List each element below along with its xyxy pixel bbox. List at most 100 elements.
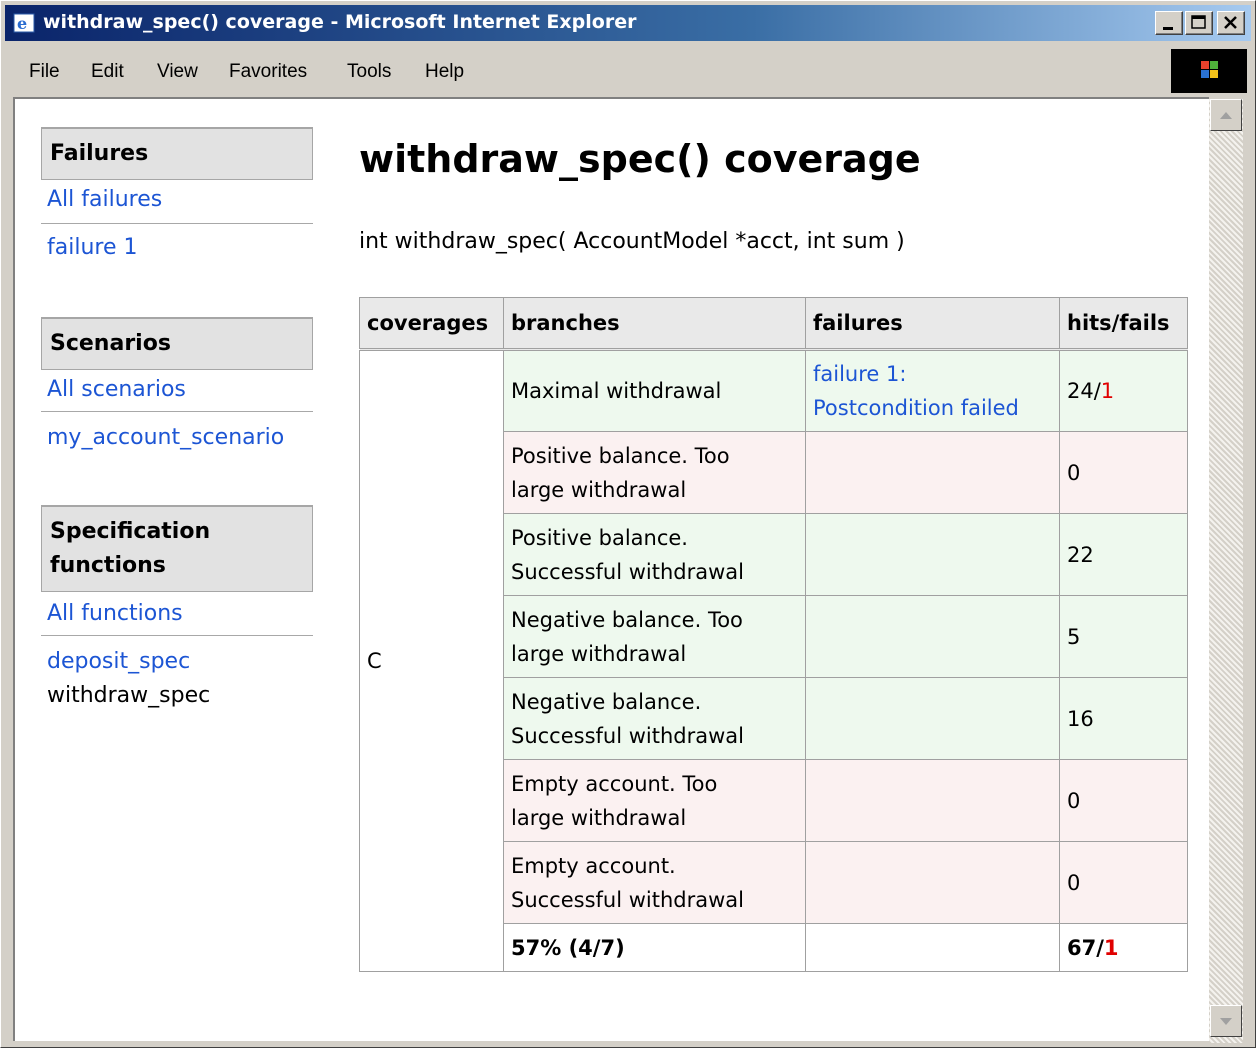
branch-cell: Maximal withdrawal bbox=[503, 349, 806, 432]
menu-help[interactable]: Help bbox=[425, 61, 464, 83]
sidebar-divider bbox=[41, 411, 313, 412]
coverage-name-cell: C bbox=[359, 349, 504, 972]
sidebar-divider bbox=[41, 635, 313, 636]
branch-cell: Empty account. Successful withdrawal bbox=[503, 841, 806, 924]
menu-view[interactable]: View bbox=[157, 61, 198, 83]
maximize-button[interactable] bbox=[1185, 11, 1213, 35]
hits-value: 5 bbox=[1067, 624, 1081, 649]
svg-text:e: e bbox=[17, 14, 27, 33]
hits-value: 0 bbox=[1067, 788, 1081, 813]
branch-name-line2: Successful withdrawal bbox=[511, 887, 745, 912]
branch-name-line2: large withdrawal bbox=[511, 805, 687, 830]
coverage-table: coverages branches failures hits/fails C… bbox=[359, 297, 1188, 972]
hits-value: 0 bbox=[1067, 460, 1081, 485]
hits-cell: 0 bbox=[1059, 841, 1188, 924]
branch-cell: Empty account. Too large withdrawal bbox=[503, 759, 806, 842]
minimize-icon bbox=[1163, 27, 1173, 30]
page-content: Failures All failures failure 1 Scenario… bbox=[13, 97, 1209, 1041]
failure-cell bbox=[805, 595, 1060, 678]
browser-window: e withdraw_spec() coverage - Microsoft I… bbox=[0, 0, 1256, 1048]
branch-cell: Negative balance. Too large withdrawal bbox=[503, 595, 806, 678]
sidebar-link-all-failures[interactable]: All failures bbox=[47, 187, 162, 212]
failure-cell[interactable]: failure 1: Postcondition failed bbox=[805, 349, 1060, 432]
menu-tools[interactable]: Tools bbox=[347, 61, 391, 83]
page-title: withdraw_spec() coverage bbox=[359, 137, 921, 181]
branch-name-line1: Negative balance. bbox=[511, 689, 702, 714]
failure-cell bbox=[805, 513, 1060, 596]
hits-cell: 0 bbox=[1059, 431, 1188, 514]
sidebar-heading-functions-line2: functions bbox=[50, 553, 166, 578]
hits-cell: 5 bbox=[1059, 595, 1188, 678]
total-hits-cell: 67/1 bbox=[1059, 923, 1188, 972]
arrow-up-icon bbox=[1220, 112, 1232, 119]
hits-cell: 16 bbox=[1059, 677, 1188, 760]
failure-link-line2[interactable]: Postcondition failed bbox=[813, 391, 1052, 425]
failure-link-line1[interactable]: failure 1: bbox=[813, 357, 1052, 391]
failure-cell bbox=[805, 431, 1060, 514]
windows-logo bbox=[1171, 49, 1247, 93]
total-failures-cell bbox=[805, 923, 1060, 972]
sidebar-divider bbox=[41, 223, 313, 224]
failure-cell bbox=[805, 677, 1060, 760]
hits-value: 0 bbox=[1067, 870, 1081, 895]
sidebar-link-failure-1[interactable]: failure 1 bbox=[47, 235, 137, 260]
sidebar-current-withdraw-spec: withdraw_spec bbox=[47, 683, 211, 708]
sidebar-heading-failures: Failures bbox=[41, 127, 313, 180]
hits-value: 16 bbox=[1067, 706, 1094, 731]
scroll-down-button[interactable] bbox=[1210, 1005, 1242, 1037]
branch-name-line1: Negative balance. Too bbox=[511, 607, 743, 632]
branch-name-line1: Empty account. Too bbox=[511, 771, 718, 796]
function-signature: int withdraw_spec( AccountModel *acct, i… bbox=[359, 229, 905, 254]
failure-cell bbox=[805, 759, 1060, 842]
title-bar[interactable]: e withdraw_spec() coverage - Microsoft I… bbox=[5, 5, 1251, 41]
failure-cell bbox=[805, 841, 1060, 924]
branch-cell: Negative balance. Successful withdrawal bbox=[503, 677, 806, 760]
table-header-row: coverages branches failures hits/fails bbox=[359, 297, 1188, 351]
header-coverages: coverages bbox=[359, 297, 504, 351]
sidebar-heading-functions: Specification functions bbox=[41, 505, 313, 592]
hits-value: 24/ bbox=[1067, 379, 1101, 403]
menu-file[interactable]: File bbox=[29, 61, 60, 83]
window-title: withdraw_spec() coverage - Microsoft Int… bbox=[43, 11, 637, 33]
branch-name-line1: Positive balance. bbox=[511, 525, 688, 550]
header-branches: branches bbox=[503, 297, 806, 351]
sidebar-link-deposit-spec[interactable]: deposit_spec bbox=[47, 649, 190, 674]
total-hits-value: 67/ bbox=[1067, 935, 1104, 960]
ie-icon: e bbox=[13, 13, 35, 33]
hits-cell: 24/1 bbox=[1059, 349, 1188, 432]
sidebar-heading-scenarios: Scenarios bbox=[41, 317, 313, 370]
total-fails-value: 1 bbox=[1103, 935, 1119, 960]
total-branches-cell: 57% (4/7) bbox=[503, 923, 806, 972]
hits-value: 22 bbox=[1067, 542, 1094, 567]
branch-cell: Positive balance. Too large withdrawal bbox=[503, 431, 806, 514]
menu-edit[interactable]: Edit bbox=[91, 61, 124, 83]
vertical-scrollbar[interactable] bbox=[1209, 99, 1243, 1043]
hits-cell: 22 bbox=[1059, 513, 1188, 596]
branch-name-line1: Empty account. bbox=[511, 853, 676, 878]
sidebar-link-all-scenarios[interactable]: All scenarios bbox=[47, 377, 186, 402]
close-icon bbox=[1224, 16, 1237, 29]
scroll-up-button[interactable] bbox=[1210, 99, 1242, 131]
branch-name-line2: Successful withdrawal bbox=[511, 723, 745, 748]
header-failures: failures bbox=[805, 297, 1060, 351]
header-hits-fails: hits/fails bbox=[1059, 297, 1188, 351]
table-row: C Maximal withdrawal failure 1: Postcond… bbox=[359, 349, 1188, 972]
arrow-down-icon bbox=[1220, 1018, 1232, 1025]
branch-cell: Positive balance. Successful withdrawal bbox=[503, 513, 806, 596]
branch-name-line2: large withdrawal bbox=[511, 641, 687, 666]
branch-name-line1: Positive balance. Too bbox=[511, 443, 730, 468]
sidebar-heading-functions-line1: Specification bbox=[50, 519, 211, 544]
minimize-button[interactable] bbox=[1155, 11, 1183, 35]
branch-name: Maximal withdrawal bbox=[511, 379, 722, 403]
menu-bar: File Edit View Favorites Tools Help bbox=[5, 47, 1251, 97]
sidebar-link-my-account-scenario[interactable]: my_account_scenario bbox=[47, 425, 284, 450]
branch-name-line2: large withdrawal bbox=[511, 477, 687, 502]
windows-flag-icon bbox=[1201, 61, 1218, 78]
fails-value: 1 bbox=[1100, 379, 1115, 403]
menu-favorites[interactable]: Favorites bbox=[229, 61, 307, 83]
maximize-icon bbox=[1191, 15, 1206, 29]
close-button[interactable] bbox=[1217, 11, 1245, 35]
branch-name-line2: Successful withdrawal bbox=[511, 559, 745, 584]
hits-cell: 0 bbox=[1059, 759, 1188, 842]
sidebar-link-all-functions[interactable]: All functions bbox=[47, 601, 183, 626]
